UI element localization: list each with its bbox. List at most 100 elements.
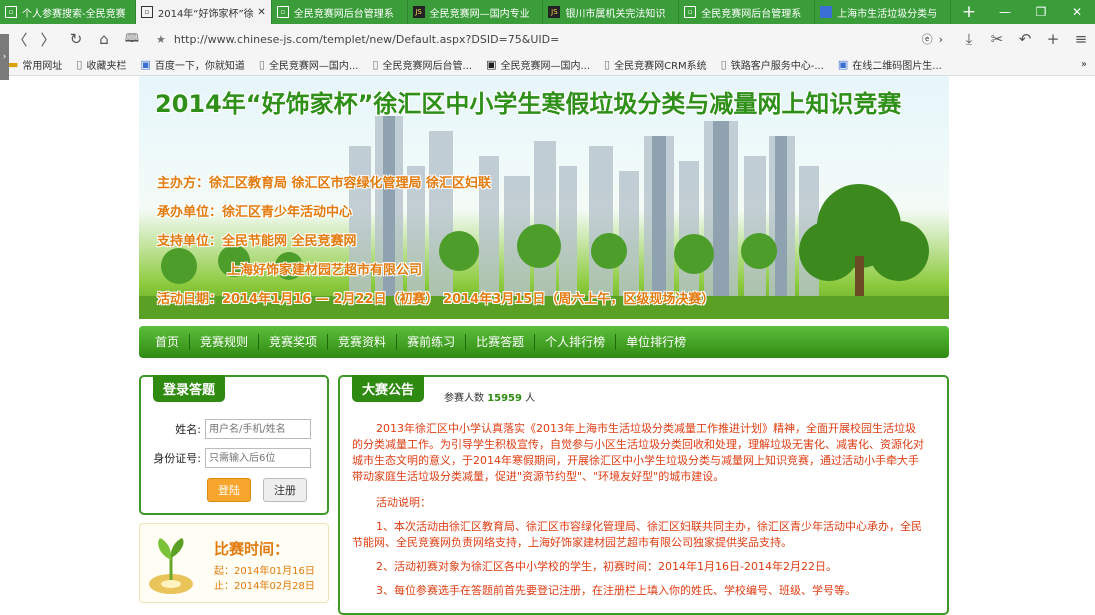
page-banner: 2014年“好饰家杯”徐汇区中小学生寒假垃圾分类与减量网上知识竞赛 主办方：徐汇…	[139, 76, 949, 319]
bookmark-label: 百度一下，你就知道	[154, 61, 245, 72]
site-icon: ▣	[140, 58, 151, 71]
page-icon: ▫	[276, 6, 289, 18]
restore-icon[interactable]: ❐	[1023, 0, 1059, 24]
page-icon: ▫	[5, 6, 17, 18]
bookmark-6[interactable]: ▯ 全民竞赛网CRM系统	[604, 57, 707, 72]
tab-bar: ▫ 个人参赛搜索-全民竞赛 ▫ 2014年“好饰家杯”徐 ✕ ▫ 全民竞赛网后台管理系 …	[0, 0, 1095, 24]
login-title: 登录答题	[153, 375, 226, 402]
tab-4[interactable]: JS 银川市属机关完法知识	[543, 0, 680, 24]
bookmark-label: 在线二维码图片生...	[852, 61, 942, 72]
url-text[interactable]: http://www.chinese-js.com/templet/new/De…	[174, 33, 922, 46]
main-nav: 首页 竞赛规则 竞赛奖项 竞赛资料 赛前练习 比赛答题 个人排行榜 单位排行榜	[139, 326, 949, 358]
bookmark-label: 常用网址	[22, 61, 63, 72]
name-input[interactable]	[205, 419, 311, 439]
id-input[interactable]	[205, 448, 311, 468]
bookmark-7[interactable]: ▯ 铁路客户服务中心-...	[721, 57, 824, 72]
page-icon: ▯	[604, 58, 611, 71]
window-controls: — ❐ ✕	[987, 0, 1095, 24]
add-icon[interactable]: +	[1039, 30, 1067, 48]
tab-label: 2014年“好饰家杯”徐	[157, 8, 254, 20]
bookmark-label: 全民竞赛网—国内...	[500, 61, 591, 72]
register-button[interactable]: 注册	[263, 478, 307, 502]
tab-label: 个人参赛搜索-全民竞赛	[22, 8, 126, 20]
page-icon: ▫	[684, 6, 697, 18]
trophy-disc-icon	[149, 538, 193, 594]
login-button[interactable]: 登陆	[207, 478, 251, 502]
nav-practice[interactable]: 赛前练习	[397, 334, 467, 350]
tab-label: 全民竞赛网—国内专业	[429, 8, 530, 20]
bookmark-label: 全民竞赛网—国内...	[268, 61, 359, 72]
reload-icon[interactable]: ↻	[62, 30, 90, 48]
bookmarks-more-icon[interactable]: »	[1081, 59, 1087, 70]
announcement-intro: 2013年徐汇区中小学认真落实《2013年上海市生活垃圾分类减量工作推进计划》精…	[352, 422, 924, 483]
tab-label: 全民竞赛网后台管理系	[701, 8, 802, 20]
banner-undertaker: 承办单位：徐汇区青少年活动中心	[157, 205, 353, 220]
tab-label: 全民竞赛网后台管理系	[293, 8, 394, 20]
bookmark-1[interactable]: ▯ 收藏夹栏	[76, 57, 126, 72]
page-icon: ▫	[140, 6, 153, 18]
name-row: 姓名:	[141, 419, 311, 439]
tab-5[interactable]: ▫ 全民竞赛网后台管理系	[679, 0, 816, 24]
nav-answer[interactable]: 比赛答题	[466, 334, 536, 350]
undo-icon[interactable]: ↶	[1011, 30, 1039, 48]
nav-rules[interactable]: 竞赛规则	[190, 334, 260, 350]
new-tab-button[interactable]: +	[951, 0, 987, 24]
banner-sponsor: 上海好饰家建材园艺超市有限公司	[227, 263, 423, 278]
bookmark-4[interactable]: ▯ 全民竞赛网后台管...	[372, 57, 472, 72]
folder-icon: ▬	[8, 58, 19, 71]
sidebar-toggle[interactable]: ›	[0, 34, 9, 80]
chevron-right-icon: ›	[2, 52, 7, 62]
login-panel: 登录答题 姓名: 身份证号: 登陆 注册	[139, 375, 329, 515]
page-icon: ▯	[76, 58, 83, 71]
page-icon: ▯	[258, 58, 265, 71]
nav-awards[interactable]: 竞赛奖项	[259, 334, 329, 350]
tab-1[interactable]: ▫ 2014年“好饰家杯”徐 ✕	[135, 0, 272, 24]
menu-icon[interactable]: ≡	[1067, 30, 1095, 48]
site-icon: ▣	[837, 58, 849, 71]
banner-organizer: 主办方：徐汇区教育局 徐汇区市容绿化管理局 徐汇区妇联	[157, 176, 492, 191]
bookmark-8[interactable]: ▣ 在线二维码图片生...	[838, 57, 942, 72]
forward-icon[interactable]: 〉	[34, 29, 62, 50]
tab-6[interactable]: 上海市生活垃圾分类与	[815, 0, 952, 24]
nav-personal-ranking[interactable]: 个人排行榜	[535, 334, 617, 350]
nav-home[interactable]: 首页	[145, 334, 191, 350]
count-value: 15959	[487, 393, 522, 404]
announcement-heading: 活动说明：	[376, 496, 431, 509]
home-icon[interactable]: ⌂	[90, 30, 118, 48]
bookmark-label: 收藏夹栏	[86, 61, 127, 72]
announcement-item-2: 2、活动初赛对象为徐汇区各中小学校的学生，初赛时间：2014年1月16日-201…	[376, 560, 837, 573]
participant-count: 参赛人数 15959 人	[444, 389, 535, 404]
back-icon[interactable]: 〈	[6, 29, 34, 50]
bookmark-0[interactable]: ▬ 常用网址	[8, 57, 62, 72]
tab-0[interactable]: ▫ 个人参赛搜索-全民竞赛	[0, 0, 136, 24]
nav-unit-ranking[interactable]: 单位排行榜	[616, 334, 696, 350]
minimize-icon[interactable]: —	[987, 0, 1023, 24]
chevron-right-icon[interactable]: ›	[939, 33, 943, 46]
nav-materials[interactable]: 竞赛资料	[328, 334, 398, 350]
page-icon: ▯	[372, 58, 379, 71]
count-label: 参赛人数	[444, 393, 484, 404]
tab-3[interactable]: JS 全民竞赛网—国内专业	[408, 0, 544, 24]
tab-2[interactable]: ▫ 全民竞赛网后台管理系	[272, 0, 408, 24]
announcement-item-3: 3、每位参赛选手在答题前首先要登记注册，在注册栏上填入你的姓氏、学校编号、班级、…	[376, 584, 856, 597]
page-icon: ▯	[720, 58, 727, 71]
download-icon[interactable]: ⤓	[955, 30, 983, 48]
bookmark-label: 全民竞赛网CRM系统	[614, 61, 707, 72]
cut-icon[interactable]: ✂	[983, 30, 1011, 48]
bookmark-5[interactable]: ▣ 全民竞赛网—国内...	[486, 57, 590, 72]
star-icon[interactable]: ★	[156, 33, 166, 46]
announcement-item-1: 1、本次活动由徐汇区教育局、徐汇区市容绿化管理局、徐汇区妇联共同主办，徐汇区青少…	[352, 520, 922, 549]
bookmark-2[interactable]: ▣ 百度一下，你就知道	[140, 57, 244, 72]
site-icon	[820, 6, 833, 18]
browser-toolbar: 〈 〉 ↻ ⌂ 🕮 ★ http://www.chinese-js.com/te…	[0, 24, 1095, 54]
address-bar[interactable]: ★ http://www.chinese-js.com/templet/new/…	[156, 28, 955, 50]
ie-icon[interactable]: ⓔ	[922, 31, 933, 47]
bookmark-3[interactable]: ▯ 全民竞赛网—国内...	[259, 57, 359, 72]
bookmarks-bar: ▬ 常用网址 ▯ 收藏夹栏 ▣ 百度一下，你就知道 ▯ 全民竞赛网—国内... ▯ 全民竞…	[0, 54, 1095, 76]
reader-icon[interactable]: 🕮	[118, 29, 146, 50]
close-tab-icon[interactable]: ✕	[257, 7, 265, 18]
tab-label: 上海市生活垃圾分类与	[837, 8, 938, 20]
close-icon[interactable]: ✕	[1059, 0, 1095, 24]
name-label: 姓名:	[175, 423, 201, 436]
tab-label: 银川市属机关完法知识	[565, 8, 666, 20]
